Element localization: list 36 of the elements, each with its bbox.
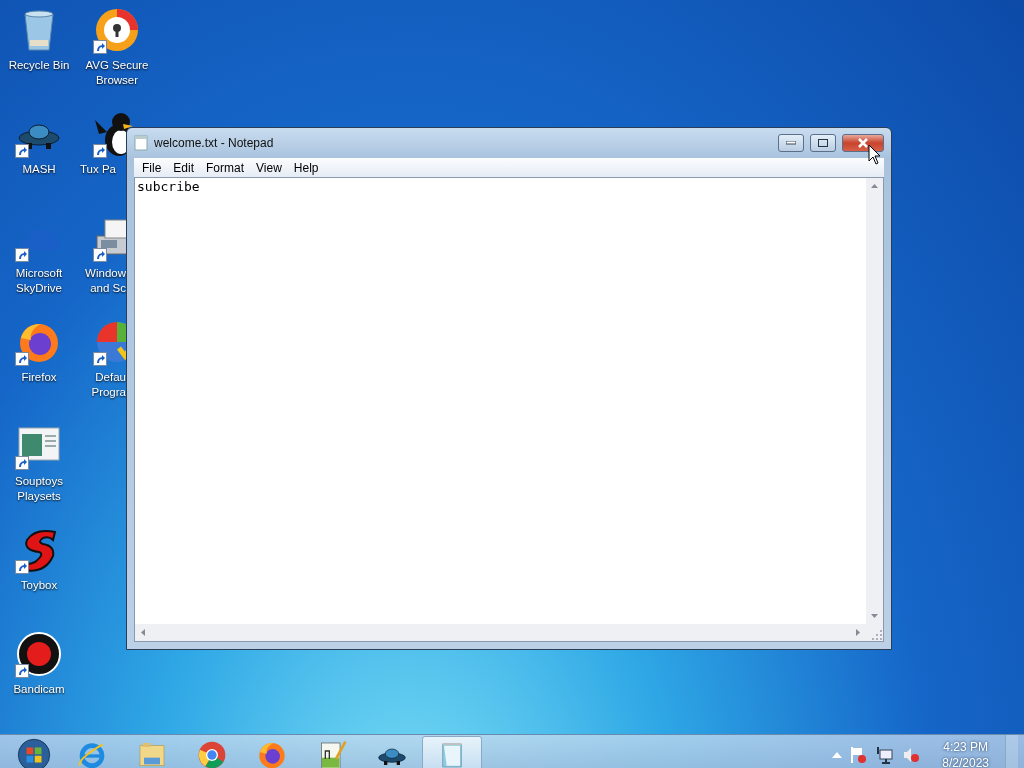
desktop-icon-label[interactable]: AVG Secure Browser — [79, 58, 155, 88]
window-title: welcome.txt - Notepad — [154, 136, 275, 150]
desktop-icon-label[interactable]: Microsoft SkyDrive — [1, 266, 77, 296]
desktop-icon-label[interactable]: Defau Progra — [80, 370, 126, 400]
menu-item[interactable]: Help — [287, 160, 325, 175]
menu-item[interactable]: Edit — [167, 160, 201, 175]
browser-icon — [93, 6, 141, 54]
minimize-button[interactable] — [778, 134, 804, 152]
desktop-icon-label[interactable]: Window and Sc — [80, 266, 126, 296]
menu-item[interactable]: File — [136, 160, 168, 175]
desktop-icon-label[interactable]: Tux Pa — [80, 162, 116, 177]
desktop-icon-label[interactable]: MASH — [1, 162, 77, 177]
flag-error-icon[interactable] — [850, 746, 869, 764]
speaker-muted-icon[interactable] — [902, 746, 921, 764]
vertical-scrollbar[interactable] — [866, 178, 883, 624]
desktop-icon-label[interactable]: Bandicam — [1, 682, 77, 697]
network-icon[interactable] — [876, 746, 895, 764]
menu-item[interactable]: Format — [200, 160, 251, 175]
notepad-icon — [134, 135, 148, 151]
desktop-icon-label[interactable]: Souptoys Playsets — [1, 474, 77, 504]
close-icon — [858, 138, 868, 148]
minimize-icon — [786, 141, 796, 145]
document-text: subcribe — [137, 179, 200, 194]
mouse-cursor-icon — [868, 144, 882, 166]
maximize-icon — [818, 139, 828, 147]
desktop-icon-label[interactable]: Recycle Bin — [1, 58, 77, 73]
desktop-icon-label[interactable]: Toybox — [1, 578, 77, 593]
horizontal-scrollbar[interactable] — [135, 624, 866, 641]
menu-item[interactable]: View — [250, 160, 288, 175]
record-icon — [15, 630, 63, 678]
close-button[interactable] — [842, 134, 884, 152]
maximize-button[interactable] — [810, 134, 836, 152]
chrome-icon — [196, 739, 228, 768]
desktop-icon-label[interactable]: Firefox — [1, 370, 77, 385]
start-orb-icon — [16, 737, 52, 768]
show-hidden-icons-icon[interactable] — [832, 752, 843, 758]
